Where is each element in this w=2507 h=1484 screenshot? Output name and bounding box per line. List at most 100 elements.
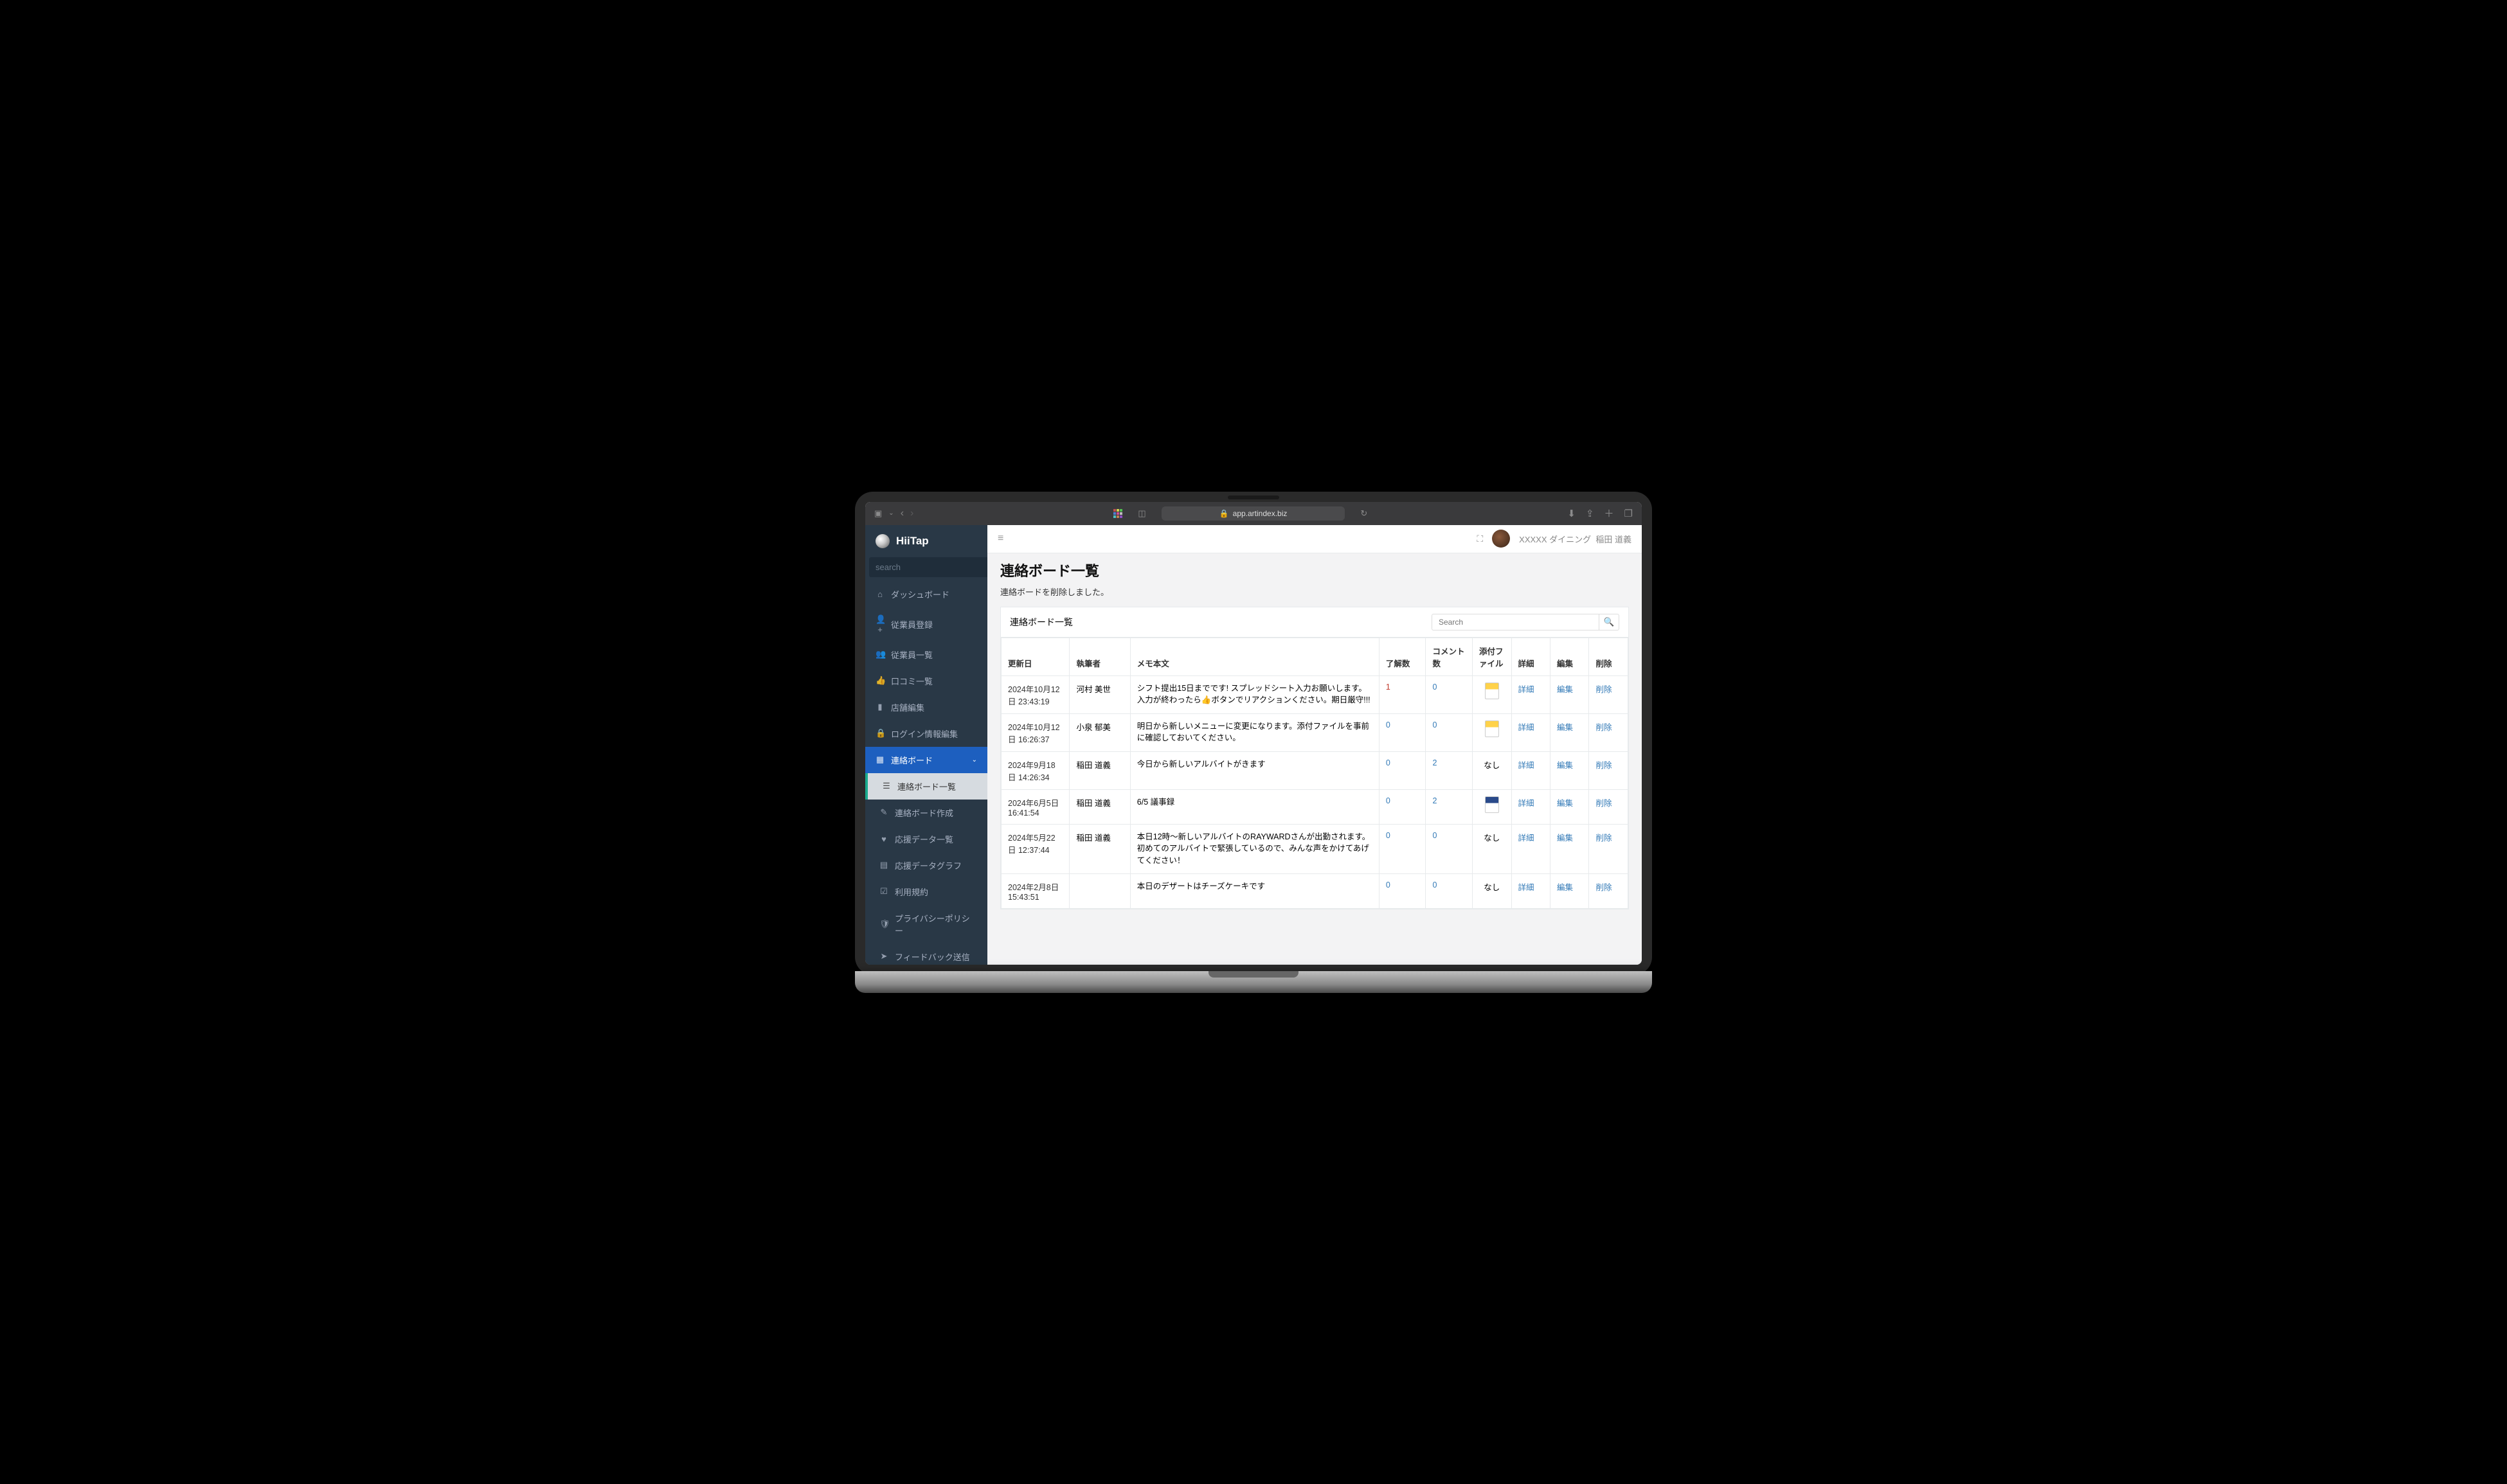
sidebar-item-employee-add[interactable]: 👤+従業員登録 bbox=[865, 607, 987, 641]
edit-link[interactable]: 編集 bbox=[1557, 723, 1573, 732]
edit-link[interactable]: 編集 bbox=[1557, 685, 1573, 694]
detail-link[interactable]: 詳細 bbox=[1518, 834, 1534, 843]
sidebar-item-label: 連絡ボード作成 bbox=[895, 807, 953, 819]
sidebar-item-support-graph[interactable]: ▤応援データグラフ bbox=[865, 852, 987, 879]
comments-link[interactable]: 2 bbox=[1432, 758, 1437, 767]
url-text: app.artindex.biz bbox=[1233, 509, 1288, 518]
detail-link[interactable]: 詳細 bbox=[1518, 799, 1534, 808]
detail-link[interactable]: 詳細 bbox=[1518, 723, 1534, 732]
sidebar-item-label: 店舗編集 bbox=[891, 701, 924, 713]
delete-link[interactable]: 削除 bbox=[1595, 799, 1612, 808]
ack-link[interactable]: 0 bbox=[1386, 831, 1390, 840]
edit-link[interactable]: 編集 bbox=[1557, 834, 1573, 843]
back-button[interactable]: ‹ bbox=[901, 508, 904, 519]
tabs-icon[interactable]: ❐ bbox=[1624, 508, 1633, 519]
cell-comments: 2 bbox=[1426, 751, 1473, 789]
company-name: XXXXX ダイニング bbox=[1519, 535, 1591, 544]
cell-delete: 削除 bbox=[1589, 789, 1628, 824]
sidebar-item-store-edit[interactable]: ▮店舗編集 bbox=[865, 694, 987, 720]
edit-link[interactable]: 編集 bbox=[1557, 799, 1573, 808]
comments-link[interactable]: 0 bbox=[1432, 881, 1437, 890]
thumbs-up-icon: 👍 bbox=[876, 675, 885, 686]
cell-edit: 編集 bbox=[1550, 675, 1588, 713]
cell-delete: 削除 bbox=[1589, 675, 1628, 713]
detail-link[interactable]: 詳細 bbox=[1518, 685, 1534, 694]
sidebar-item-feedback[interactable]: ➤フィードバック送信 bbox=[865, 943, 987, 965]
apps-grid-icon[interactable] bbox=[1113, 509, 1122, 518]
sidebar-item-dashboard[interactable]: ⌂ダッシュボード bbox=[865, 581, 987, 607]
avatar[interactable] bbox=[1492, 530, 1510, 548]
ack-link[interactable]: 1 bbox=[1386, 683, 1390, 692]
sidebar-search-input[interactable] bbox=[869, 557, 995, 577]
notice-message: 連絡ボードを削除しました。 bbox=[1000, 586, 1629, 598]
new-tab-icon[interactable]: ＋ bbox=[1604, 506, 1614, 520]
url-bar[interactable]: 🔒 app.artindex.biz bbox=[1162, 506, 1345, 521]
brand[interactable]: HiiTap bbox=[865, 525, 987, 557]
delete-link[interactable]: 削除 bbox=[1595, 685, 1612, 694]
cell-detail: 詳細 bbox=[1511, 873, 1550, 908]
col-memo: メモ本文 bbox=[1130, 638, 1379, 675]
users-icon: 👥 bbox=[876, 649, 885, 659]
sidebar-item-login-edit[interactable]: 🔒ログイン情報編集 bbox=[865, 720, 987, 747]
sidebar-item-board-list[interactable]: ☰ 連絡ボード一覧 bbox=[865, 773, 987, 800]
sidebar-item-support-list[interactable]: ♥応援データ一覧 bbox=[865, 826, 987, 852]
sidebar-toggle-icon[interactable]: ▣ bbox=[874, 508, 882, 519]
sidebar-item-label: 連絡ボード一覧 bbox=[897, 780, 956, 792]
send-icon: ➤ bbox=[879, 951, 888, 961]
file-docx-icon[interactable] bbox=[1485, 796, 1499, 813]
sidebar-item-privacy[interactable]: 🛡プライバシーポリシー bbox=[865, 905, 987, 943]
share-icon[interactable]: ⇪ bbox=[1586, 508, 1594, 519]
sidebar-item-label: 応援データ一覧 bbox=[895, 833, 953, 845]
file-xls-icon[interactable] bbox=[1485, 683, 1499, 699]
list-icon: ☰ bbox=[882, 781, 891, 791]
reload-icon[interactable]: ↻ bbox=[1360, 508, 1367, 519]
table-row: 2024年2月8日 15:43:51本日のデザートはチーズケーキです00なし詳細… bbox=[1002, 873, 1628, 908]
board-icon: ▦ bbox=[876, 755, 885, 765]
edit-link[interactable]: 編集 bbox=[1557, 761, 1573, 770]
cell-delete: 削除 bbox=[1589, 873, 1628, 908]
file-xls-icon[interactable] bbox=[1485, 720, 1499, 737]
download-icon[interactable]: ⬇︎ bbox=[1567, 508, 1576, 519]
ack-link[interactable]: 0 bbox=[1386, 758, 1390, 767]
detail-link[interactable]: 詳細 bbox=[1518, 883, 1534, 892]
check-icon: ☑ bbox=[879, 886, 888, 897]
col-date: 更新日 bbox=[1002, 638, 1070, 675]
cell-date: 2024年6月5日 16:41:54 bbox=[1002, 789, 1070, 824]
comments-link[interactable]: 0 bbox=[1432, 831, 1437, 840]
sidebar-item-terms[interactable]: ☑利用規約 bbox=[865, 879, 987, 905]
cell-author: 河村 美世 bbox=[1070, 675, 1130, 713]
comments-link[interactable]: 0 bbox=[1432, 720, 1437, 729]
ack-link[interactable]: 0 bbox=[1386, 720, 1390, 729]
user-name: 稲田 道義 bbox=[1595, 535, 1631, 544]
sidebar-item-board-create[interactable]: ✎連絡ボード作成 bbox=[865, 800, 987, 826]
cell-memo: 本日12時〜新しいアルバイトのRAYWARDさんが出勤されます。初めてのアルバイ… bbox=[1130, 824, 1379, 873]
cell-ack: 0 bbox=[1379, 824, 1426, 873]
extension-icon[interactable]: ◫ bbox=[1138, 508, 1146, 519]
dashboard-icon: ⌂ bbox=[876, 589, 885, 599]
ack-link[interactable]: 0 bbox=[1386, 881, 1390, 890]
sidebar-item-board[interactable]: ▦連絡ボード⌄ bbox=[865, 747, 987, 773]
edit-link[interactable]: 編集 bbox=[1557, 883, 1573, 892]
col-file: 添付ファイル bbox=[1473, 638, 1511, 675]
sidebar: HiiTap 🔍 ⌂ダッシュボード 👤+従業員登録 👥従業員一覧 👍口コミ一覧 … bbox=[865, 525, 987, 965]
delete-link[interactable]: 削除 bbox=[1595, 834, 1612, 843]
table-row: 2024年10月12日 16:26:37小泉 郁美明日から新しいメニューに変更に… bbox=[1002, 713, 1628, 751]
panel-search-input[interactable] bbox=[1432, 614, 1599, 630]
dropdown-icon[interactable]: ⌄ bbox=[888, 510, 894, 517]
comments-link[interactable]: 2 bbox=[1432, 796, 1437, 805]
cell-comments: 0 bbox=[1426, 675, 1473, 713]
topbar: ≡ ⛶ XXXXX ダイニング 稲田 道義 bbox=[987, 525, 1642, 553]
delete-link[interactable]: 削除 bbox=[1595, 883, 1612, 892]
sidebar-item-reviews[interactable]: 👍口コミ一覧 bbox=[865, 668, 987, 694]
hamburger-icon[interactable]: ≡ bbox=[998, 533, 1003, 544]
delete-link[interactable]: 削除 bbox=[1595, 723, 1612, 732]
comments-link[interactable]: 0 bbox=[1432, 683, 1437, 692]
sidebar-item-employee-list[interactable]: 👥従業員一覧 bbox=[865, 641, 987, 668]
cell-comments: 0 bbox=[1426, 873, 1473, 908]
detail-link[interactable]: 詳細 bbox=[1518, 761, 1534, 770]
cell-author: 稲田 道義 bbox=[1070, 789, 1130, 824]
delete-link[interactable]: 削除 bbox=[1595, 761, 1612, 770]
ack-link[interactable]: 0 bbox=[1386, 796, 1390, 805]
panel-search-button[interactable]: 🔍 bbox=[1599, 614, 1619, 630]
fullscreen-icon[interactable]: ⛶ bbox=[1477, 533, 1483, 544]
